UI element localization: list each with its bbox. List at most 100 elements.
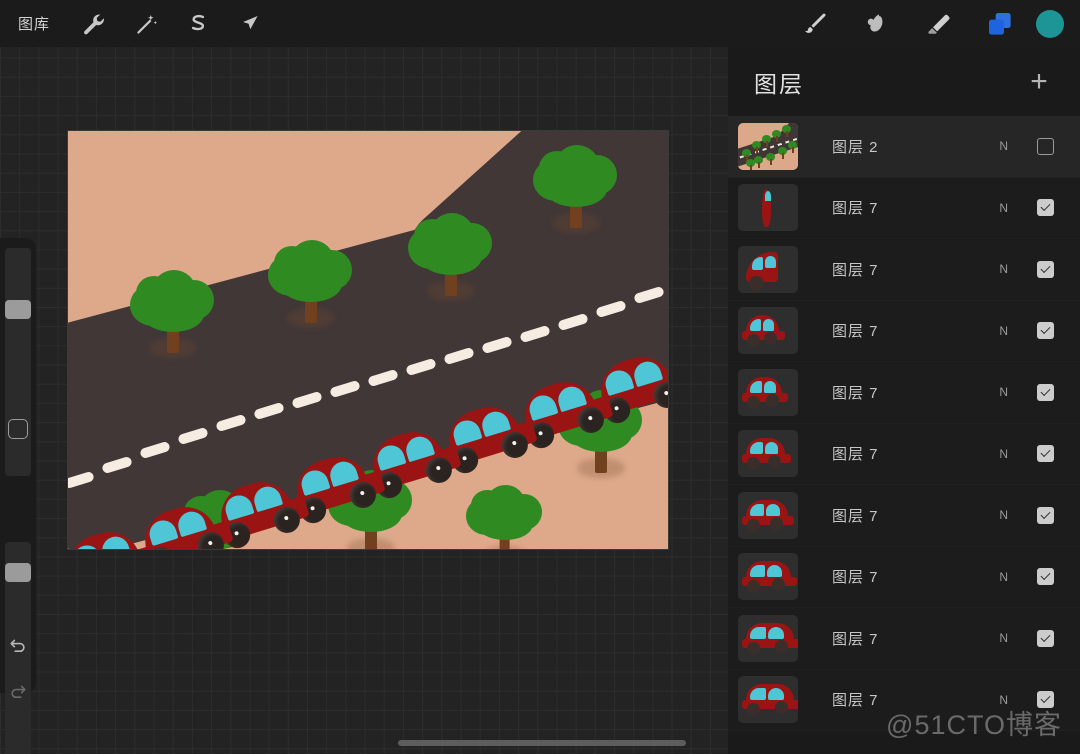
layer-visibility-checkbox[interactable] bbox=[1037, 260, 1054, 278]
layer-row[interactable]: 图层 7 N bbox=[728, 177, 1080, 239]
layer-visibility-checkbox[interactable] bbox=[1037, 691, 1054, 709]
layer-thumbnail[interactable] bbox=[738, 491, 798, 539]
layer-row[interactable]: 图层 7 N bbox=[728, 669, 1080, 731]
layer-thumbnail[interactable] bbox=[738, 614, 798, 662]
layer-blend-mode[interactable]: N bbox=[999, 139, 1009, 153]
thumb-car-wheel-front bbox=[747, 580, 760, 594]
thumb-car-window-front bbox=[750, 319, 761, 332]
layer-visibility-checkbox[interactable] bbox=[1037, 137, 1054, 155]
layer-row[interactable]: 图层 7 N bbox=[728, 362, 1080, 424]
layer-visibility-checkbox[interactable] bbox=[1037, 629, 1054, 647]
layer-name[interactable]: 图层 7 bbox=[832, 689, 879, 710]
thumb-tree bbox=[762, 134, 771, 147]
selection-icon[interactable] bbox=[172, 0, 224, 47]
layer-name[interactable]: 图层 7 bbox=[832, 382, 879, 403]
thumb-car-wheel-rear bbox=[775, 701, 788, 715]
layer-blend-mode[interactable]: N bbox=[999, 262, 1009, 276]
layer-blend-mode[interactable]: N bbox=[999, 508, 1009, 522]
layer-name[interactable]: 图层 7 bbox=[832, 628, 879, 649]
thumb-car-wheel-rear bbox=[770, 516, 783, 530]
modify-square-button[interactable] bbox=[8, 419, 28, 439]
thumb-car bbox=[738, 307, 798, 354]
wrench-icon[interactable] bbox=[68, 0, 120, 47]
thumb-car-wheel-rear bbox=[764, 332, 777, 346]
home-indicator[interactable] bbox=[398, 740, 686, 746]
redo-icon[interactable] bbox=[0, 670, 36, 712]
layer-visibility-checkbox[interactable] bbox=[1037, 568, 1054, 586]
magic-wand-icon[interactable] bbox=[120, 0, 172, 47]
layer-row[interactable]: 图层 7 N bbox=[728, 300, 1080, 362]
add-layer-button[interactable]: + bbox=[1022, 65, 1056, 99]
layer-thumbnail[interactable] bbox=[738, 307, 798, 355]
thumb-tree bbox=[766, 152, 775, 165]
thumb-car-wheel-front bbox=[747, 641, 760, 655]
layer-row[interactable]: 图层 7 N bbox=[728, 239, 1080, 301]
tree-canopy bbox=[136, 276, 172, 310]
thumb-car bbox=[738, 369, 798, 416]
layer-blend-mode[interactable]: N bbox=[999, 447, 1009, 461]
layer-row[interactable]: 图层 7 N bbox=[728, 546, 1080, 608]
layer-blend-mode[interactable]: N bbox=[999, 324, 1009, 338]
undo-icon[interactable] bbox=[0, 624, 36, 666]
drawing-canvas[interactable] bbox=[68, 131, 668, 549]
layer-thumbnail[interactable] bbox=[738, 368, 798, 416]
layer-thumbnail[interactable] bbox=[738, 553, 798, 601]
layer-blend-mode[interactable]: N bbox=[999, 385, 1009, 399]
thumb-tree bbox=[754, 155, 763, 168]
thumb-car-wheel-front bbox=[747, 518, 760, 532]
layer-thumbnail[interactable] bbox=[738, 184, 798, 232]
thumb-car-wheel-rear bbox=[775, 639, 788, 653]
thumb-car-window-front bbox=[750, 565, 765, 578]
thumb-landscape bbox=[738, 122, 798, 170]
thumb-car-window-front bbox=[750, 380, 762, 393]
thumb-car-window-front bbox=[750, 688, 766, 701]
smudge-icon[interactable] bbox=[850, 0, 902, 47]
thumb-tree bbox=[772, 129, 781, 142]
layer-visibility-checkbox[interactable] bbox=[1037, 383, 1054, 401]
layer-thumbnail[interactable] bbox=[738, 430, 798, 478]
layer-blend-mode[interactable]: N bbox=[999, 631, 1009, 645]
layer-name[interactable]: 图层 7 bbox=[832, 259, 879, 280]
thumb-car-window-front bbox=[750, 626, 766, 639]
layer-visibility-checkbox[interactable] bbox=[1037, 322, 1054, 340]
layer-name[interactable]: 图层 2 bbox=[832, 136, 879, 157]
layer-name[interactable]: 图层 7 bbox=[832, 505, 879, 526]
layer-name[interactable]: 图层 7 bbox=[832, 197, 879, 218]
layer-row[interactable]: 图层 7 N bbox=[728, 608, 1080, 670]
layer-thumbnail[interactable] bbox=[738, 676, 798, 724]
thumb-car-wheel-rear bbox=[772, 578, 785, 592]
brush-opacity-slider-thumb[interactable] bbox=[5, 563, 31, 582]
thumb-tree bbox=[782, 124, 791, 137]
brush-size-slider-thumb[interactable] bbox=[5, 300, 31, 319]
layer-name[interactable]: 图层 7 bbox=[832, 320, 879, 341]
layer-visibility-checkbox[interactable] bbox=[1037, 506, 1054, 524]
color-swatch-button[interactable] bbox=[1036, 9, 1064, 38]
thumb-car-wheel-rear bbox=[768, 455, 781, 469]
layer-visibility-checkbox[interactable] bbox=[1037, 199, 1054, 217]
layer-blend-mode[interactable]: N bbox=[999, 201, 1009, 215]
layer-blend-mode[interactable]: N bbox=[999, 693, 1009, 707]
layer-visibility-checkbox[interactable] bbox=[1037, 445, 1054, 463]
layer-row[interactable]: 图层 7 N bbox=[728, 485, 1080, 547]
transform-arrow-icon[interactable] bbox=[224, 0, 276, 47]
brush-icon[interactable] bbox=[788, 0, 840, 47]
thumb-car bbox=[738, 615, 798, 662]
thumb-tree bbox=[752, 140, 761, 153]
tree-canopy bbox=[471, 490, 504, 521]
layer-row[interactable]: 图层 2 N bbox=[728, 116, 1080, 178]
tree bbox=[533, 141, 619, 233]
layer-row[interactable]: 图层 7 N bbox=[728, 423, 1080, 485]
layers-panel: 图层 + 图层 2 N 图层 7 N 图层 7 N 图层 7 N 图层 7 N 图层 7 N 图层 7 N… bbox=[728, 47, 1080, 754]
eraser-icon[interactable] bbox=[912, 0, 964, 47]
layers-icon[interactable] bbox=[974, 0, 1026, 47]
layer-name[interactable]: 图层 7 bbox=[832, 566, 879, 587]
layer-thumbnail[interactable] bbox=[738, 245, 798, 293]
thumb-car bbox=[738, 492, 798, 539]
thumb-car bbox=[738, 676, 798, 723]
layers-list[interactable]: 图层 2 N 图层 7 N 图层 7 N 图层 7 N 图层 7 N 图层 7 N 图层 7 N 图层 7 N… bbox=[728, 116, 1080, 754]
brush-size-slider-track[interactable] bbox=[5, 248, 31, 476]
layer-name[interactable]: 图层 7 bbox=[832, 443, 879, 464]
layer-blend-mode[interactable]: N bbox=[999, 570, 1009, 584]
gallery-button[interactable]: 图库 bbox=[14, 13, 68, 34]
layer-thumbnail[interactable] bbox=[738, 122, 798, 170]
